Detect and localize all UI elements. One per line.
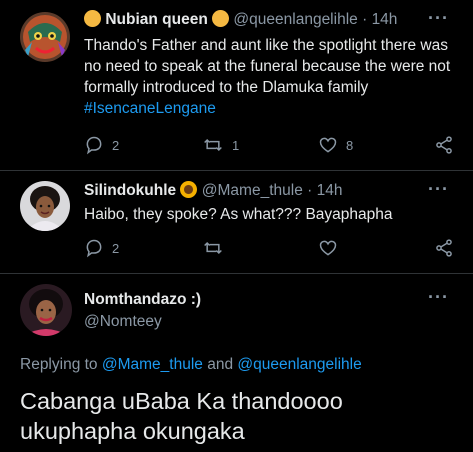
avatar[interactable] (20, 12, 70, 62)
retweet-button[interactable] (202, 238, 224, 258)
like-icon (319, 137, 337, 153)
woman-emoji-icon (212, 10, 230, 27)
reply-icon (86, 239, 102, 258)
like-button[interactable] (318, 238, 338, 258)
mention-link[interactable]: @queenlangelihle (237, 356, 361, 373)
retweet-icon (204, 241, 222, 255)
retweet-icon (204, 138, 222, 152)
mention-link[interactable]: @Mame_thule (102, 356, 203, 373)
user-handle[interactable]: @Nomteey (84, 313, 162, 330)
avatar[interactable] (20, 181, 70, 231)
tweet-text: Haibo, they spoke? As what??? Bayaphapha (84, 204, 454, 225)
display-name[interactable]: Nubian queen (105, 11, 207, 28)
tweet-text: Thando's Father and aunt like the spotli… (84, 35, 454, 119)
like-count: 8 (346, 137, 354, 153)
separator-dot: · (362, 11, 368, 28)
like-button[interactable]: 8 (318, 135, 353, 155)
replying-to: Replying to @Mame_thule and @queenlangel… (20, 356, 362, 374)
more-icon[interactable]: ··· (428, 179, 449, 200)
user-handle-row: @Nomteey (84, 313, 162, 331)
reply-icon (86, 136, 102, 155)
share-button[interactable] (434, 238, 454, 258)
divider (0, 170, 473, 171)
display-name[interactable]: Silindokuhle (84, 182, 176, 199)
share-button[interactable] (434, 135, 454, 155)
reply-count: 2 (112, 240, 120, 256)
tweet-body: Haibo, they spoke? As what??? Bayaphapha (84, 206, 393, 223)
separator-dot: · (307, 182, 313, 199)
tweet-header: Nubian queen @queenlangelihle · 14h (84, 10, 397, 29)
avatar[interactable] (20, 284, 72, 336)
tweet-header: Nomthandazo :) (84, 291, 201, 309)
retweet-count: 1 (232, 137, 240, 153)
reply-button[interactable]: 2 (84, 135, 119, 155)
tweet-actions: 2 1 8 (84, 135, 454, 157)
sunflower-emoji-icon (180, 181, 198, 198)
share-icon (436, 136, 452, 154)
share-icon (436, 239, 452, 257)
timestamp[interactable]: 14h (372, 11, 398, 28)
replying-and: and (207, 356, 234, 373)
retweet-button[interactable]: 1 (202, 135, 239, 155)
tweet-header: Silindokuhle @Mame_thule · 14h (84, 181, 342, 200)
reply-count: 2 (112, 137, 120, 153)
replying-prefix: Replying to (20, 356, 98, 373)
timestamp[interactable]: 14h (317, 182, 343, 199)
hashtag-link[interactable]: #IsencaneLengane (84, 100, 216, 117)
tweet-actions: 2 (84, 238, 454, 260)
more-icon[interactable]: ··· (428, 287, 449, 308)
display-name[interactable]: Nomthandazo :) (84, 291, 201, 308)
user-handle[interactable]: @queenlangelihle (233, 11, 357, 28)
more-icon[interactable]: ··· (428, 8, 449, 29)
woman-emoji-icon (84, 10, 101, 27)
user-handle[interactable]: @Mame_thule (202, 182, 303, 199)
tweet-body: Thando's Father and aunt like the spotli… (84, 37, 451, 96)
tweet-text: Cabanga uBaba Ka thandoooo ukuphapha oku… (20, 388, 343, 444)
like-icon (319, 240, 337, 256)
divider (0, 273, 473, 274)
reply-button[interactable]: 2 (84, 238, 119, 258)
